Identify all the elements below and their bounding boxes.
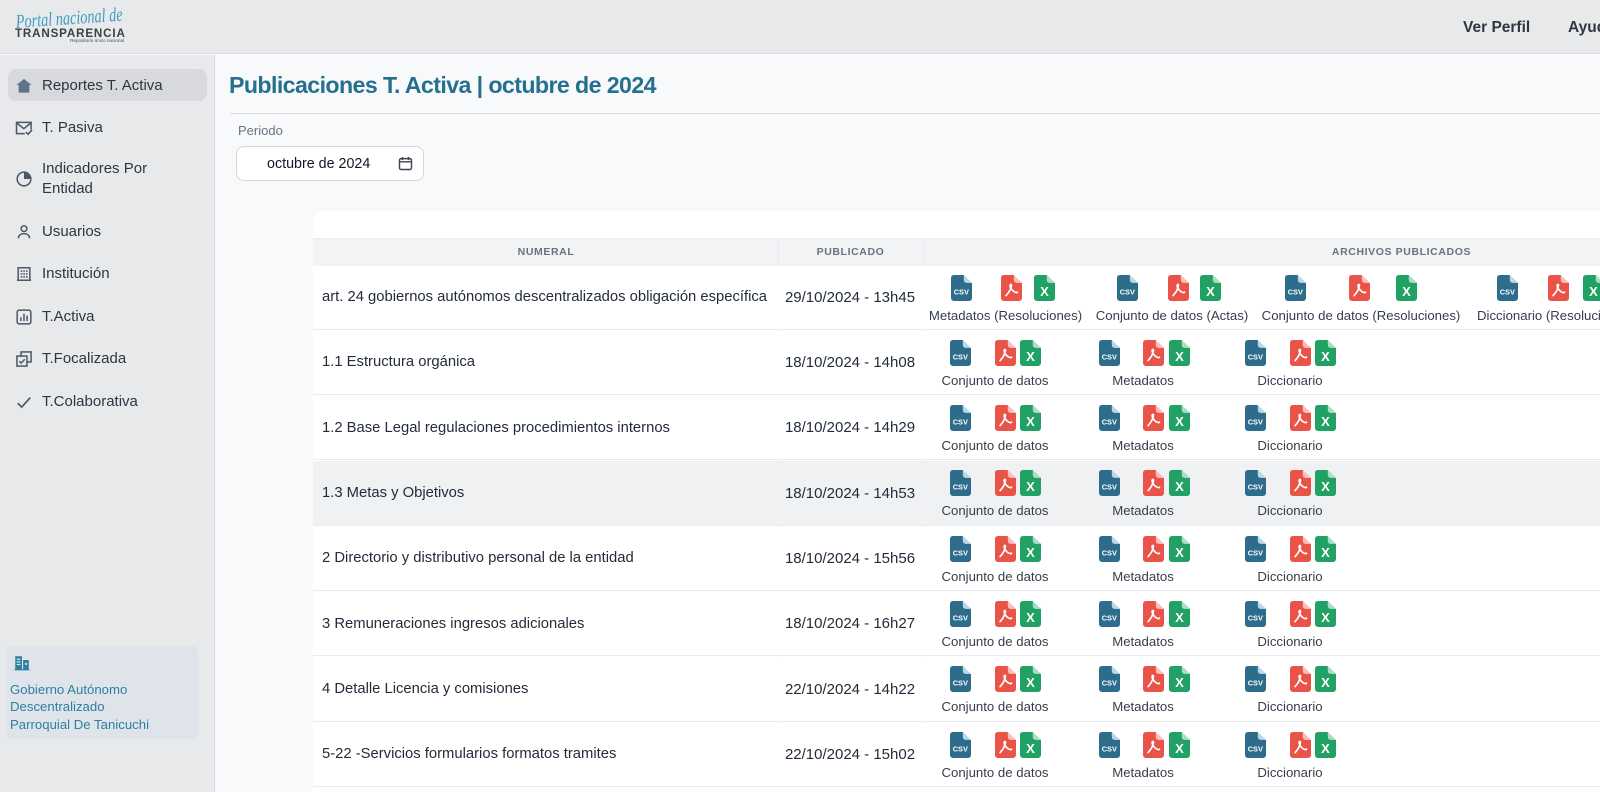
svg-text:Repositorio único nacional: Repositorio único nacional <box>70 38 124 43</box>
